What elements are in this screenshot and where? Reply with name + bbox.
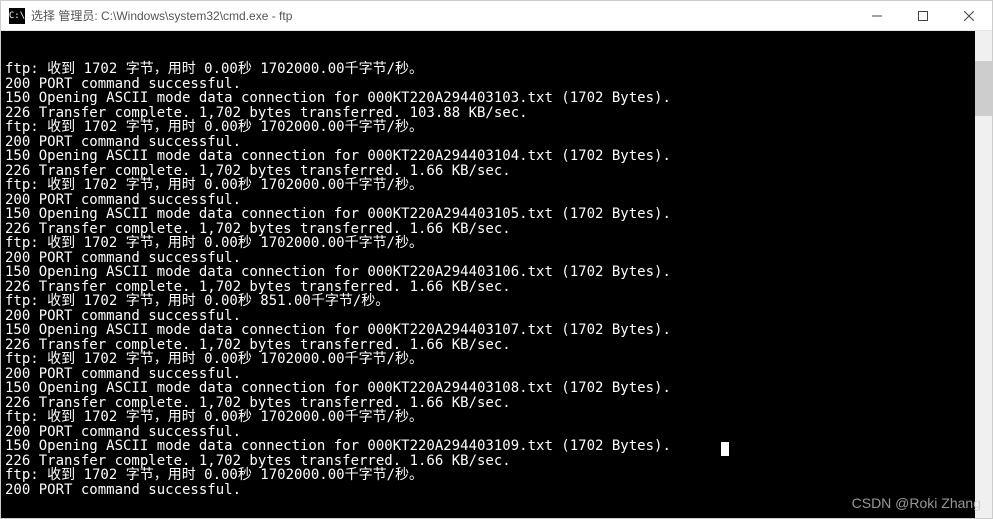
terminal-line: 150 Opening ASCII mode data connection f… [5, 439, 988, 454]
terminal-line: 150 Opening ASCII mode data connection f… [5, 381, 988, 396]
terminal-line: 150 Opening ASCII mode data connection f… [5, 207, 988, 222]
terminal-line: 226 Transfer complete. 1,702 bytes trans… [5, 280, 988, 295]
terminal-line: 200 PORT command successful. [5, 367, 988, 382]
minimize-button[interactable] [854, 1, 900, 30]
titlebar[interactable]: C:\ 选择 管理员: C:\Windows\system32\cmd.exe … [1, 1, 992, 31]
window-title: 选择 管理员: C:\Windows\system32\cmd.exe - ft… [31, 7, 854, 24]
scrollbar-thumb[interactable] [975, 61, 992, 116]
window-controls [854, 1, 992, 30]
maximize-button[interactable] [900, 1, 946, 30]
terminal-line: 200 PORT command successful. [5, 309, 988, 324]
terminal-line: ftp: 收到 1702 字节，用时 0.00秒 1702000.00千字节/秒… [5, 352, 988, 367]
close-button[interactable] [946, 1, 992, 30]
terminal-line: 226 Transfer complete. 1,702 bytes trans… [5, 396, 988, 411]
terminal-line: ftp: 收到 1702 字节，用时 0.00秒 1702000.00千字节/秒… [5, 178, 988, 193]
terminal-line: 226 Transfer complete. 1,702 bytes trans… [5, 338, 988, 353]
terminal-line: 200 PORT command successful. [5, 77, 988, 92]
terminal-line: 150 Opening ASCII mode data connection f… [5, 149, 988, 164]
terminal-line: 226 Transfer complete. 1,702 bytes trans… [5, 106, 988, 121]
terminal-line: 150 Opening ASCII mode data connection f… [5, 91, 988, 106]
app-window: C:\ 选择 管理员: C:\Windows\system32\cmd.exe … [0, 0, 993, 519]
terminal-line: ftp: 收到 1702 字节，用时 0.00秒 1702000.00千字节/秒… [5, 410, 988, 425]
terminal-line: 200 PORT command successful. [5, 251, 988, 266]
cmd-icon: C:\ [9, 8, 25, 24]
terminal-line: ftp: 收到 1702 字节，用时 0.00秒 851.00千字节/秒。 [5, 294, 988, 309]
terminal-line: 226 Transfer complete. 1,702 bytes trans… [5, 454, 988, 469]
terminal-line: ftp: 收到 1702 字节，用时 0.00秒 1702000.00千字节/秒… [5, 236, 988, 251]
terminal-line: 200 PORT command successful. [5, 193, 988, 208]
terminal-line: ftp: 收到 1702 字节，用时 0.00秒 1702000.00千字节/秒… [5, 62, 988, 77]
terminal-line: ftp: 收到 1702 字节，用时 0.00秒 1702000.00千字节/秒… [5, 468, 988, 483]
terminal-output[interactable]: ftp: 收到 1702 字节，用时 0.00秒 1702000.00千字节/秒… [1, 31, 992, 518]
scrollbar-track[interactable] [975, 31, 992, 518]
terminal-line: ftp: 收到 1702 字节，用时 0.00秒 1702000.00千字节/秒… [5, 120, 988, 135]
terminal-line: 226 Transfer complete. 1,702 bytes trans… [5, 222, 988, 237]
terminal-line: 226 Transfer complete. 1,702 bytes trans… [5, 164, 988, 179]
terminal-line: 150 Opening ASCII mode data connection f… [5, 265, 988, 280]
terminal-line: 200 PORT command successful. [5, 135, 988, 150]
terminal-line: 200 PORT command successful. [5, 483, 988, 498]
terminal-line: 150 Opening ASCII mode data connection f… [5, 323, 988, 338]
terminal-line: 200 PORT command successful. [5, 425, 988, 440]
text-cursor [721, 442, 729, 456]
